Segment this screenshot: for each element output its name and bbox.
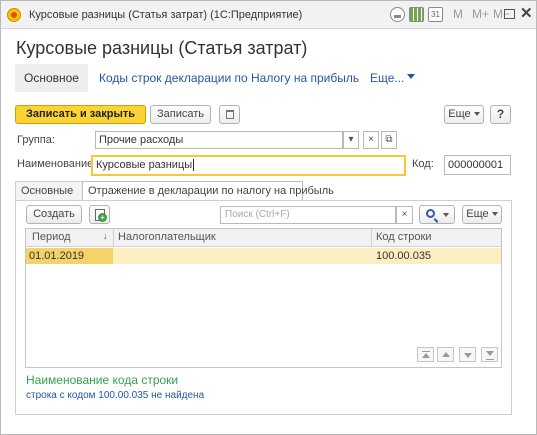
move-up-icon[interactable] [437,347,454,362]
table-header: Период ↓ Налогоплательщик Код строки [26,229,501,247]
window-title: Курсовые разницы (Статья затрат) (1С:Пре… [29,9,303,21]
column-header-taxpayer[interactable]: Налогоплательщик [118,231,216,243]
bar-mark [422,351,430,352]
column-header-line-code[interactable]: Код строки [376,231,432,243]
chevron-down-icon [491,212,498,217]
list-more-button[interactable]: Еще [462,205,502,224]
maximize-icon[interactable] [504,9,515,19]
calculator-icon[interactable] [409,7,424,22]
group-field[interactable]: Прочие расходы [95,131,343,149]
plus-icon: + [98,213,107,222]
arrow-down-mark [464,353,472,358]
search-button[interactable] [419,205,455,224]
cell-period: 01.01.2019 [29,250,85,262]
title-bar: Курсовые разницы (Статья затрат) (1С:Пре… [1,1,536,29]
close-icon[interactable]: ✕ [520,4,533,22]
create-button[interactable]: Создать [26,205,82,224]
app-logo-icon[interactable] [7,8,21,22]
calendar-icon[interactable]: 31 [428,7,443,22]
arrow-down-mark [486,351,494,356]
report-button[interactable] [219,105,240,124]
group-dropdown-icon[interactable]: ▾ [343,131,359,149]
nav-main-item[interactable]: Основное [15,64,88,92]
chevron-down-icon[interactable] [407,74,415,79]
search-clear-icon[interactable]: × [396,206,413,224]
tab-main[interactable]: Основные [15,181,83,201]
arrow-up-mark [422,353,430,358]
arrow-up-mark [442,352,450,357]
more-button[interactable]: Еще [444,105,484,124]
name-field[interactable]: Курсовые разницы [91,155,406,176]
line-code-name-title: Наименование кода строки [26,373,179,387]
save-button[interactable]: Записать [150,105,211,124]
column-header-period[interactable]: Период [32,231,71,243]
code-field[interactable]: 000000001 [444,155,511,175]
column-divider [371,229,372,247]
page-title: Курсовые разницы (Статья затрат) [16,38,308,58]
memory-button[interactable]: M [453,7,463,21]
cell-line-code: 100.00.035 [376,250,432,262]
name-field-value: Курсовые разницы [96,159,193,171]
app-window: Курсовые разницы (Статья затрат) (1С:Пре… [0,0,537,435]
sort-down-icon: ↓ [103,231,108,241]
move-down-icon[interactable] [459,347,476,362]
link-icon[interactable] [390,7,405,22]
text-cursor [193,159,195,172]
add-copy-button[interactable]: + [89,205,110,224]
chevron-down-icon [473,112,480,117]
save-and-close-button[interactable]: Записать и закрыть [15,105,146,124]
chevron-down-icon [443,213,449,217]
search-icon [426,209,435,218]
group-label: Группа: [17,134,55,146]
document-list-icon [226,110,234,119]
code-label: Код: [412,158,434,170]
nav-more-link[interactable]: Еще... [370,71,404,85]
name-label: Наименование: [17,158,97,170]
line-code-name-text: строка с кодом 100.00.035 не найдена [26,390,205,401]
memory-plus-button[interactable]: M+ [472,7,489,21]
tab-declaration[interactable]: Отражение в декларации по налогу на приб… [82,181,334,201]
table-row[interactable]: 01.01.2019 100.00.035 [26,248,501,264]
move-to-bottom-icon[interactable] [481,347,498,362]
list-more-label: Еще [466,208,489,220]
group-open-icon[interactable]: ⧉ [381,131,397,149]
search-input[interactable]: Поиск (Ctrl+F) [220,206,396,224]
move-to-top-icon[interactable] [417,347,434,362]
bar-mark [486,359,494,360]
more-button-label: Еще [448,108,471,120]
group-clear-icon[interactable]: × [363,131,379,149]
column-divider [113,229,114,247]
nav-declaration-codes-link[interactable]: Коды строк декларации по Налогу на прибы… [99,71,359,85]
help-button[interactable]: ? [490,105,511,124]
